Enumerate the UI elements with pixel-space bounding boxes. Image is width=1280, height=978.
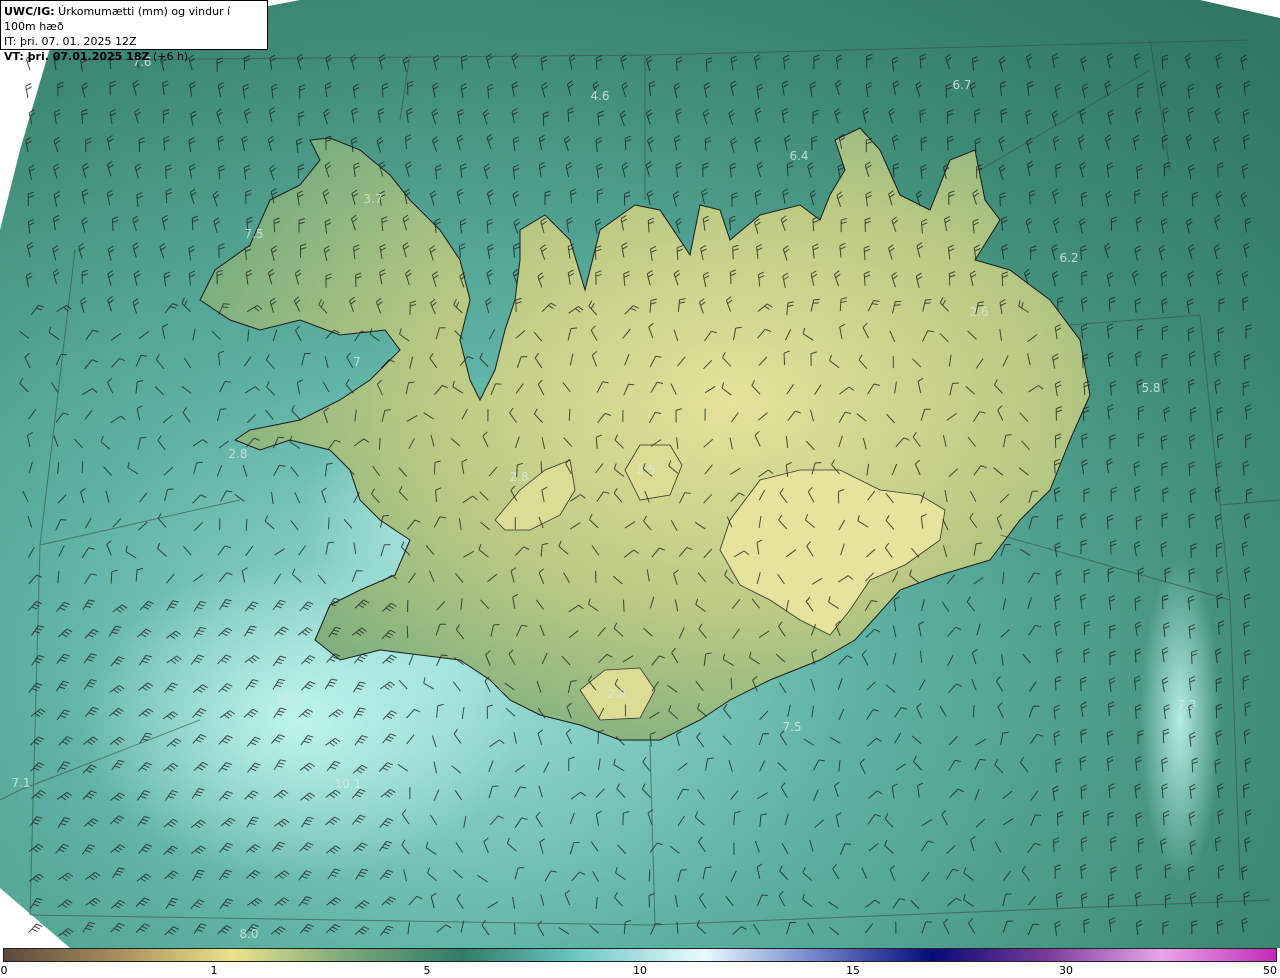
- map-value-label: 2.8: [607, 687, 627, 701]
- map-value-label: 2.8: [509, 470, 529, 484]
- wind-barb: [540, 461, 543, 474]
- wind-barb: [327, 517, 330, 530]
- model-name: UWC/IG:: [4, 5, 55, 18]
- map-value-label: 2.5: [636, 463, 656, 477]
- map-area: 7.6 4.6 6.7 6.4 3.7 7.5 6.2 2.6 5.8 7 2.…: [0, 0, 1280, 948]
- valid-time: VT: þri. 07.01.2025 18Z (+6 h): [4, 49, 264, 64]
- map-value-label: 7.5: [782, 720, 802, 734]
- sea-glow-e: [1140, 560, 1220, 880]
- colorbar-tick: 50: [1263, 964, 1277, 977]
- colorbar-tick: 30: [1059, 964, 1073, 977]
- map-value-label: 7: [353, 355, 361, 369]
- map-value-label: 6.2: [1059, 251, 1079, 265]
- colorbar: 0 1 5 10 15 30 50: [0, 948, 1280, 978]
- map-value-label: 7.5: [244, 227, 264, 241]
- map-value-label: 6.7: [952, 78, 972, 92]
- map-header: UWC/IG: Úrkomumætti (mm) og vindur í 100…: [0, 0, 268, 63]
- map-value-label: 8.0: [239, 927, 259, 941]
- map-value-label: 2.8: [228, 447, 248, 461]
- init-time: IT: þri. 07. 01. 2025 12Z: [4, 35, 137, 48]
- map-value-label: 3.7: [363, 192, 383, 206]
- colorbar-gradient: [3, 948, 1277, 962]
- map-title: UWC/IG: Úrkomumætti (mm) og vindur í 100…: [4, 4, 264, 34]
- wind-barb: [730, 677, 733, 690]
- wind-barb: [406, 625, 409, 639]
- map-value-label: 7.3: [1177, 698, 1197, 712]
- valid-time-offset: (+6 h): [149, 50, 189, 63]
- colorbar-tick: 0: [0, 964, 8, 977]
- map-value-label: 6.4: [789, 149, 809, 163]
- map-value-label: 4.6: [590, 89, 610, 103]
- wind-barb: [623, 599, 625, 612]
- wind-barb: [245, 518, 248, 531]
- map-value-label: 7.1: [11, 776, 31, 790]
- colorbar-tick: 5: [423, 964, 431, 977]
- valid-time-date: VT: þri. 07.01.2025 18Z: [4, 50, 150, 63]
- map-value-label: 10.1: [275, 691, 303, 705]
- map-value-label: 5.8: [1141, 381, 1161, 395]
- wind-barb: [378, 437, 381, 450]
- wind-barb: [648, 869, 651, 882]
- wind-barb: [513, 923, 516, 936]
- colorbar-tick: 1: [210, 964, 218, 977]
- map-value-label: 10.1: [334, 777, 362, 791]
- colorbar-tick: 10: [633, 964, 647, 977]
- wind-barb: [568, 408, 571, 421]
- map-value-label: 2.6: [969, 305, 989, 319]
- colorbar-tick: 15: [846, 964, 860, 977]
- wind-barb: [81, 461, 84, 474]
